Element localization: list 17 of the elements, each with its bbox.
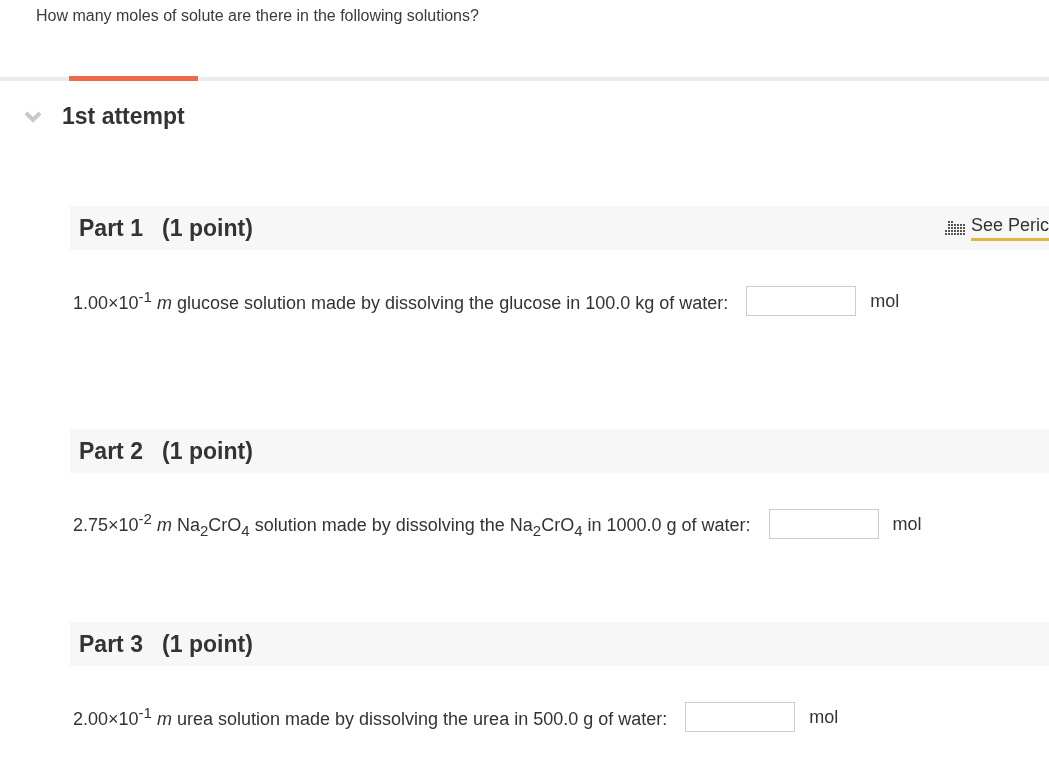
part-title: Part 3 (1 point) bbox=[79, 630, 253, 658]
periodic-table-link[interactable]: See Peric bbox=[944, 215, 1049, 241]
question-prompt: 2.00×10$^{-1}$ m urea solution made by dissolving the urea in 500.0 g of water: bbox=[73, 704, 668, 730]
chevron-icon[interactable] bbox=[24, 110, 42, 123]
part-title: Part 2 (1 point) bbox=[79, 437, 253, 465]
part-title: Part 1 (1 point) bbox=[79, 214, 253, 242]
attempt-title: 1st attempt bbox=[62, 103, 185, 130]
question-prompt: 2.75×10$^{-2}$ m Na$_{2}$CrO$_{4}$ solution made by dissolving the Na$_{2}$CrO$_{4}$ in 1000.0 g of water: bbox=[73, 509, 751, 539]
bar-chart-icon bbox=[944, 220, 967, 236]
unit-label: mol bbox=[892, 513, 922, 535]
answer-field[interactable] bbox=[685, 702, 796, 732]
answer-field[interactable] bbox=[768, 509, 879, 539]
unit-label: mol bbox=[870, 290, 900, 312]
question-prompt: 1.00×10$^{-1}$ m glucose solution made by dissolving the glucose in 100.0 kg of water: bbox=[73, 288, 729, 314]
unit-label: mol bbox=[809, 706, 839, 728]
answer-field[interactable] bbox=[746, 286, 857, 316]
question-text: How many moles of solute are there in the following solutions? bbox=[35, 6, 480, 26]
